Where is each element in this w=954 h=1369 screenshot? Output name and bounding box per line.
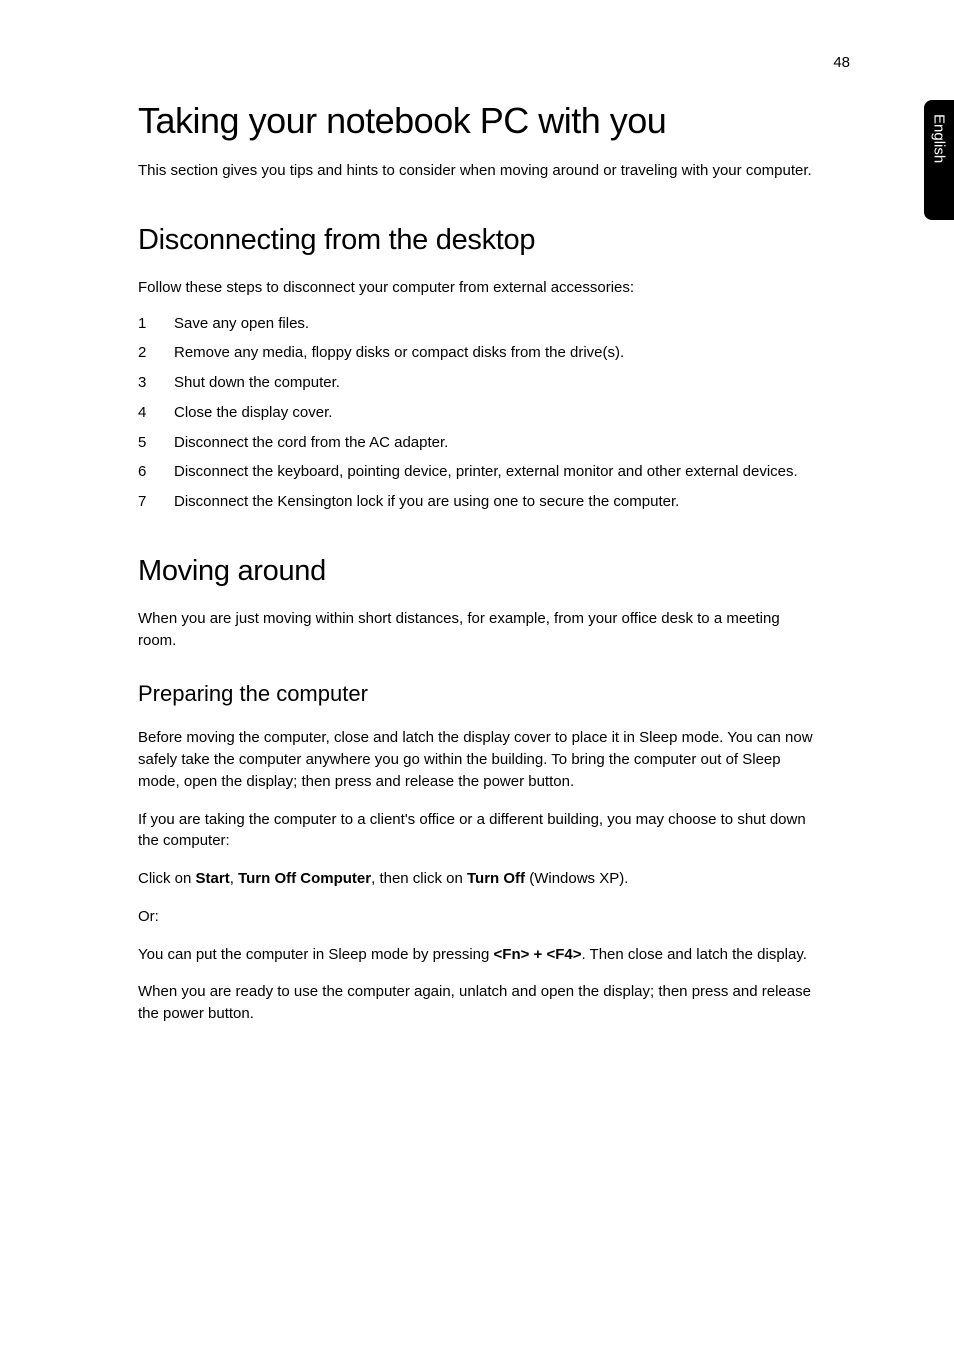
step-number: 4 [138,402,174,424]
language-tab: English [924,100,954,220]
step-text: Remove any media, floppy disks or compac… [174,342,816,364]
text-run: , [230,870,238,887]
paragraph: Or: [138,906,816,928]
step-text: Disconnect the cord from the AC adapter. [174,432,816,454]
paragraph: When you are ready to use the computer a… [138,981,816,1025]
list-item: 3 Shut down the computer. [138,372,816,394]
step-text: Save any open files. [174,313,816,335]
step-number: 3 [138,372,174,394]
bold-text: Turn Off [467,870,525,887]
bold-text: Turn Off Computer [238,870,371,887]
subsection-heading-preparing: Preparing the computer [138,681,816,707]
step-text: Disconnect the Kensington lock if you ar… [174,491,816,513]
main-content: Taking your notebook PC with you This se… [138,100,816,1041]
page-number: 48 [833,54,850,71]
list-item: 4 Close the display cover. [138,402,816,424]
section-heading-disconnecting: Disconnecting from the desktop [138,224,816,257]
list-item: 6 Disconnect the keyboard, pointing devi… [138,461,816,483]
step-number: 7 [138,491,174,513]
text-run: Click on [138,870,196,887]
step-number: 6 [138,461,174,483]
section-heading-moving: Moving around [138,555,816,588]
paragraph: Click on Start, Turn Off Computer, then … [138,868,816,890]
list-item: 1 Save any open files. [138,313,816,335]
section-intro: Follow these steps to disconnect your co… [138,277,816,299]
paragraph: You can put the computer in Sleep mode b… [138,944,816,966]
text-run: . Then close and latch the display. [581,946,806,963]
text-run: (Windows XP). [525,870,628,887]
section-intro: When you are just moving within short di… [138,608,816,652]
step-text: Shut down the computer. [174,372,816,394]
step-text: Disconnect the keyboard, pointing device… [174,461,816,483]
list-item: 5 Disconnect the cord from the AC adapte… [138,432,816,454]
step-text: Close the display cover. [174,402,816,424]
step-number: 5 [138,432,174,454]
page-title: Taking your notebook PC with you [138,100,816,142]
list-item: 7 Disconnect the Kensington lock if you … [138,491,816,513]
steps-list: 1 Save any open files. 2 Remove any medi… [138,313,816,513]
text-run: , then click on [371,870,467,887]
text-run: You can put the computer in Sleep mode b… [138,946,494,963]
step-number: 1 [138,313,174,335]
intro-paragraph: This section gives you tips and hints to… [138,160,816,182]
step-number: 2 [138,342,174,364]
paragraph: If you are taking the computer to a clie… [138,809,816,853]
paragraph: Before moving the computer, close and la… [138,727,816,792]
bold-text: <Fn> + <F4> [494,946,582,963]
list-item: 2 Remove any media, floppy disks or comp… [138,342,816,364]
bold-text: Start [196,870,230,887]
